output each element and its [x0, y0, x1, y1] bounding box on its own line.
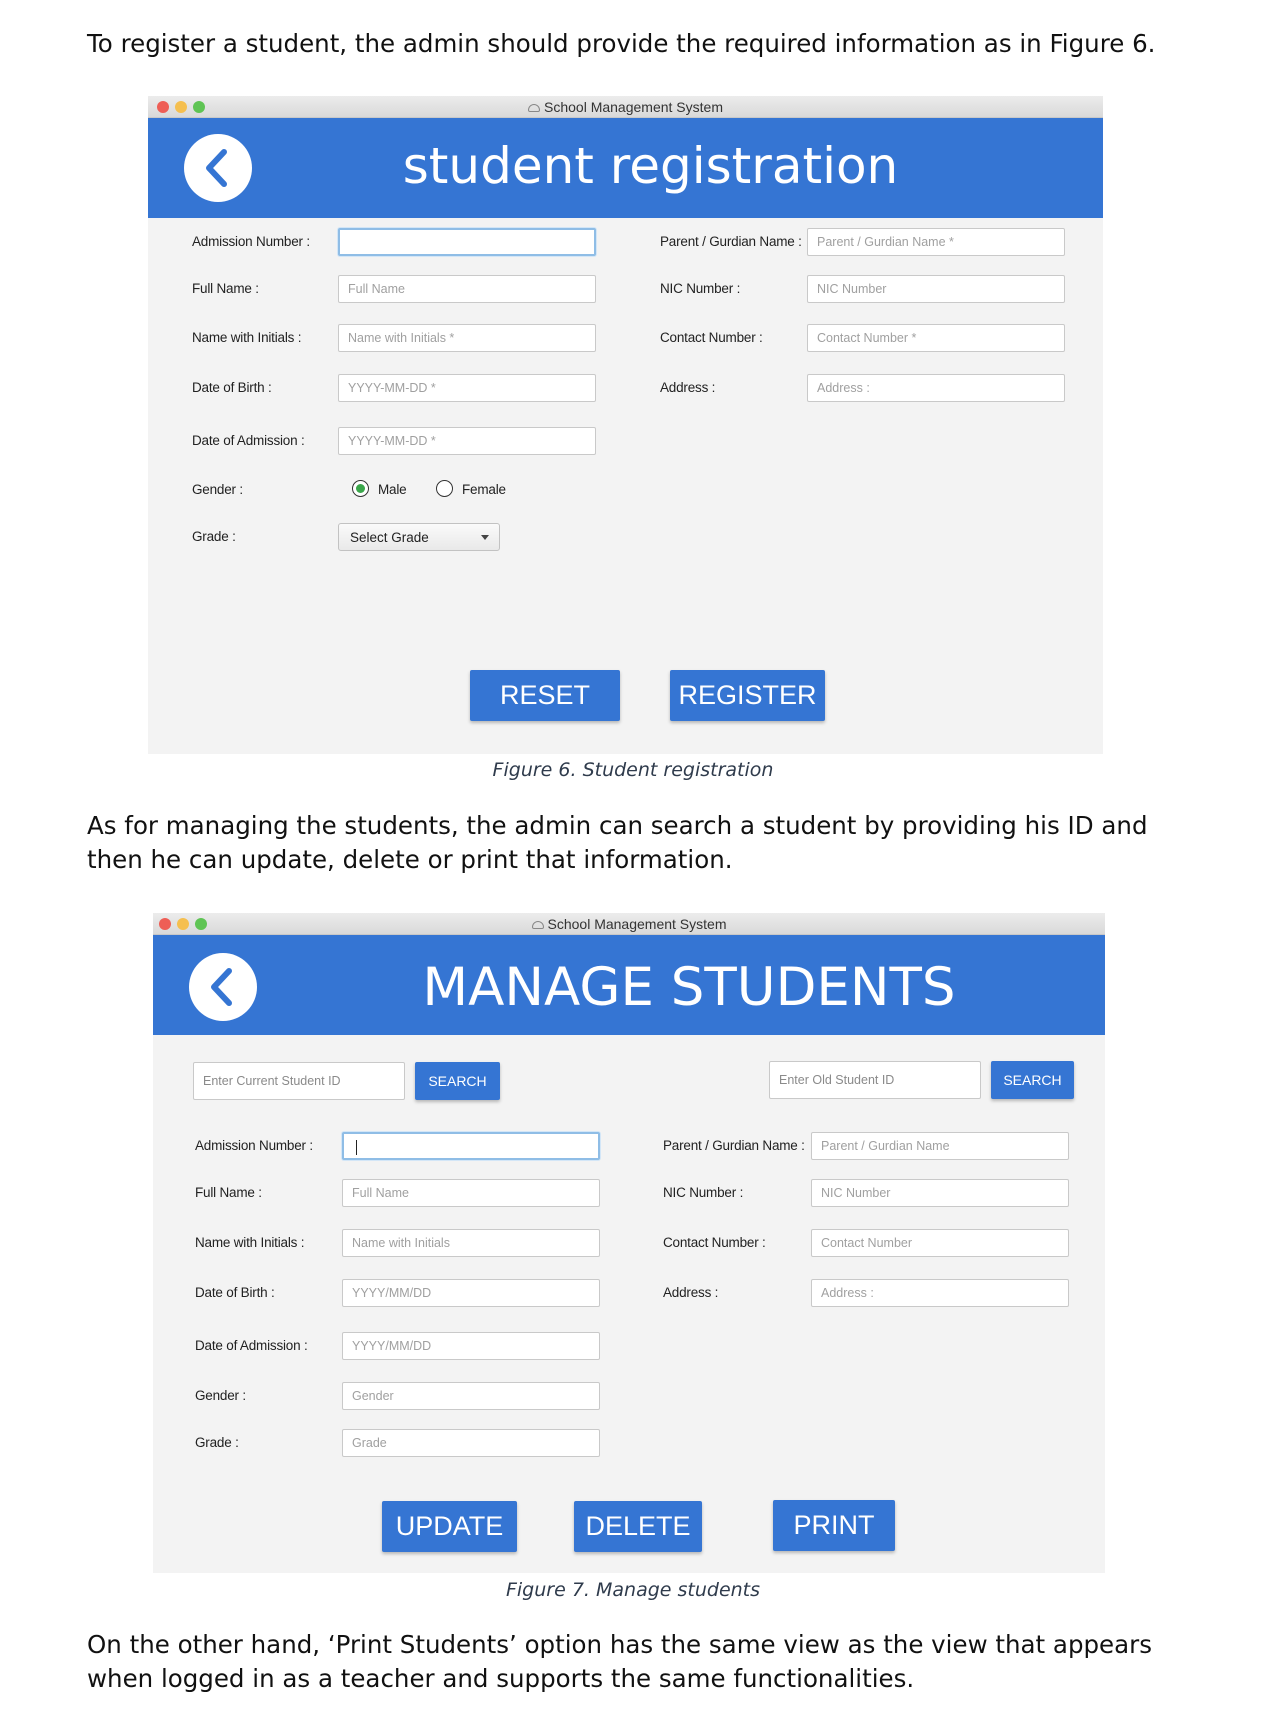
date-of-birth-label: Date of Birth : [192, 380, 272, 395]
window-titlebar: School Management System [153, 913, 1105, 935]
admission-number-input[interactable] [338, 228, 596, 256]
registration-window: School Management System student registr… [148, 96, 1103, 754]
full-name-input[interactable]: Full Name [342, 1179, 600, 1207]
header-banner: student registration [148, 118, 1103, 218]
contact-number-label: Contact Number : [663, 1235, 766, 1250]
gender-input[interactable]: Gender [342, 1382, 600, 1410]
search-current-button[interactable]: SEARCH [415, 1062, 500, 1100]
grade-select[interactable]: Select Grade [338, 523, 500, 551]
name-with-initials-input[interactable]: Name with Initials [342, 1229, 600, 1257]
manage-paragraph: As for managing the students, the admin … [87, 811, 1148, 874]
update-button[interactable]: UPDATE [382, 1501, 517, 1552]
date-of-birth-label: Date of Birth : [195, 1285, 275, 1300]
date-of-birth-input[interactable]: YYYY-MM-DD * [338, 374, 596, 402]
grade-input[interactable]: Grade [342, 1429, 600, 1457]
admission-number-input[interactable] [342, 1132, 600, 1160]
gender-male-label: Male [378, 482, 407, 497]
gender-label: Gender : [192, 482, 243, 497]
parent-name-label: Parent / Gurdian Name : [663, 1138, 805, 1153]
full-name-label: Full Name : [192, 281, 259, 296]
nic-number-input[interactable]: NIC Number [811, 1179, 1069, 1207]
chevron-down-icon [481, 535, 489, 540]
text-caret [356, 1140, 357, 1155]
grade-label: Grade : [192, 529, 236, 544]
name-with-initials-input[interactable]: Name with Initials * [338, 324, 596, 352]
gender-male-radio[interactable] [352, 480, 369, 497]
reset-button[interactable]: RESET [470, 670, 620, 721]
intro-paragraph: To register a student, the admin should … [87, 29, 1156, 58]
nic-number-input[interactable]: NIC Number [807, 275, 1065, 303]
page-title: student registration [402, 137, 899, 195]
window-title: School Management System [547, 916, 727, 932]
address-label: Address : [660, 380, 716, 395]
date-of-birth-input[interactable]: YYYY/MM/DD [342, 1279, 600, 1307]
parent-name-input[interactable]: Parent / Gurdian Name * [807, 228, 1065, 256]
date-of-admission-input[interactable]: YYYY/MM/DD [342, 1332, 600, 1360]
address-label: Address : [663, 1285, 719, 1300]
name-with-initials-label: Name with Initials : [192, 330, 302, 345]
page-title: MANAGE STUDENTS [422, 957, 956, 1018]
full-name-label: Full Name : [195, 1185, 262, 1200]
date-of-admission-label: Date of Admission : [192, 433, 305, 448]
contact-number-input[interactable]: Contact Number * [807, 324, 1065, 352]
name-with-initials-label: Name with Initials : [195, 1235, 305, 1250]
old-student-id-input[interactable]: Enter Old Student ID [769, 1061, 981, 1099]
address-input[interactable]: Address : [807, 374, 1065, 402]
grade-label: Grade : [195, 1435, 239, 1450]
gender-female-radio[interactable] [436, 480, 453, 497]
window-titlebar: School Management System [148, 96, 1103, 118]
parent-name-input[interactable]: Parent / Gurdian Name [811, 1132, 1069, 1160]
admission-number-label: Admission Number : [192, 234, 310, 249]
lock-icon [528, 104, 540, 112]
figure-6-caption: Figure 6. Student registration [492, 759, 774, 781]
grade-select-value: Select Grade [350, 530, 429, 545]
lock-icon [531, 921, 544, 929]
nic-number-label: NIC Number : [663, 1185, 744, 1200]
register-button[interactable]: REGISTER [670, 670, 825, 721]
nic-number-label: NIC Number : [660, 281, 741, 296]
outro-paragraph: On the other hand, ‘Print Students’ opti… [87, 1630, 1152, 1693]
window-title: School Management System [544, 99, 723, 115]
print-button[interactable]: PRINT [773, 1500, 895, 1551]
contact-number-label: Contact Number : [660, 330, 763, 345]
address-input[interactable]: Address : [811, 1279, 1069, 1307]
parent-name-label: Parent / Gurdian Name : [660, 234, 802, 249]
header-banner: MANAGE STUDENTS [153, 935, 1105, 1035]
admission-number-label: Admission Number : [195, 1138, 313, 1153]
delete-button[interactable]: DELETE [574, 1501, 702, 1552]
date-of-admission-label: Date of Admission : [195, 1338, 308, 1353]
current-student-id-input[interactable]: Enter Current Student ID [193, 1062, 405, 1100]
full-name-input[interactable]: Full Name [338, 275, 596, 303]
date-of-admission-input[interactable]: YYYY-MM-DD * [338, 427, 596, 455]
gender-label: Gender : [195, 1388, 246, 1403]
figure-7-caption: Figure 7. Manage students [505, 1579, 761, 1601]
gender-female-label: Female [462, 482, 506, 497]
contact-number-input[interactable]: Contact Number [811, 1229, 1069, 1257]
search-old-button[interactable]: SEARCH [991, 1061, 1074, 1099]
manage-window: School Management System MANAGE STUDENTS… [153, 913, 1105, 1573]
